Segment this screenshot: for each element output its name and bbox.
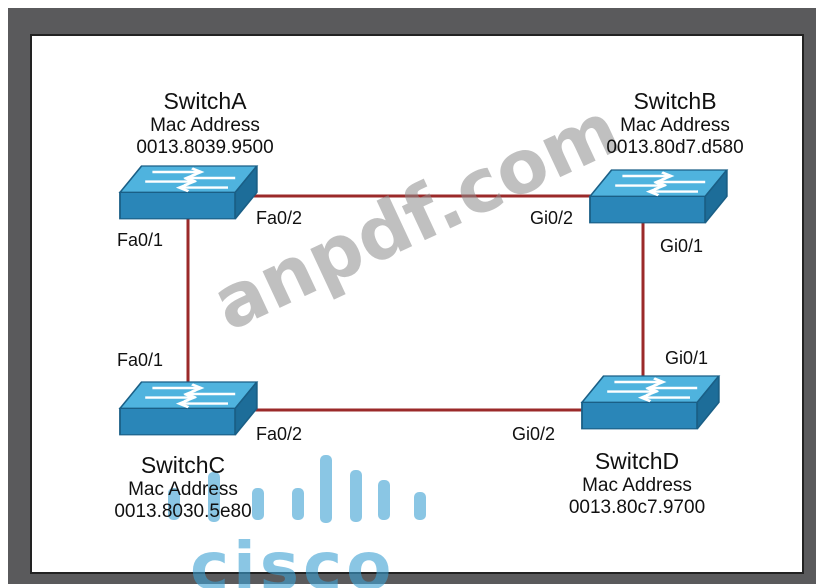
switch-d-icon[interactable] [580,374,721,431]
switch-a-mac: 0013.8039.9500 [136,137,274,158]
switch-d-mac: 0013.80c7.9700 [568,497,706,518]
switch-b-mac: 0013.80d7.d580 [606,137,744,158]
switch-a-mac-label: Mac Address [150,115,260,136]
switch-d-label: SwitchD Mac Address 0013.80c7.9700 [552,448,722,519]
port-c-fa0-1: Fa0/1 [117,350,164,370]
switch-c-icon[interactable] [118,380,259,437]
switch-d-mac-label: Mac Address [582,475,692,496]
switch-a-label: SwitchA Mac Address 0013.8039.9500 [130,88,280,159]
port-a-fa0-2: Fa0/2 [256,208,303,228]
switch-c-mac: 0013.8030.5e80 [114,501,252,522]
port-d-gi0-1: Gi0/1 [665,348,709,368]
switch-c-mac-label: Mac Address [128,479,238,500]
cisco-logo-text: cisco [190,534,396,588]
port-a-fa0-1: Fa0/1 [117,230,164,250]
switch-b-label: SwitchB Mac Address 0013.80d7.d580 [590,88,760,159]
switch-d-name: SwitchD [594,448,680,474]
switch-b-icon[interactable] [588,168,729,225]
switch-b-name: SwitchB [633,88,717,114]
port-c-fa0-2: Fa0/2 [256,424,303,444]
port-d-gi0-2: Gi0/2 [512,424,556,444]
switch-b-mac-label: Mac Address [620,115,730,136]
switch-a-name: SwitchA [163,88,247,114]
switch-c-label: SwitchC Mac Address 0013.8030.5e80 [98,452,268,523]
port-b-gi0-1: Gi0/1 [660,236,704,256]
port-b-gi0-2: Gi0/2 [530,208,574,228]
switch-c-name: SwitchC [140,452,226,478]
switch-a-icon[interactable] [118,164,259,221]
